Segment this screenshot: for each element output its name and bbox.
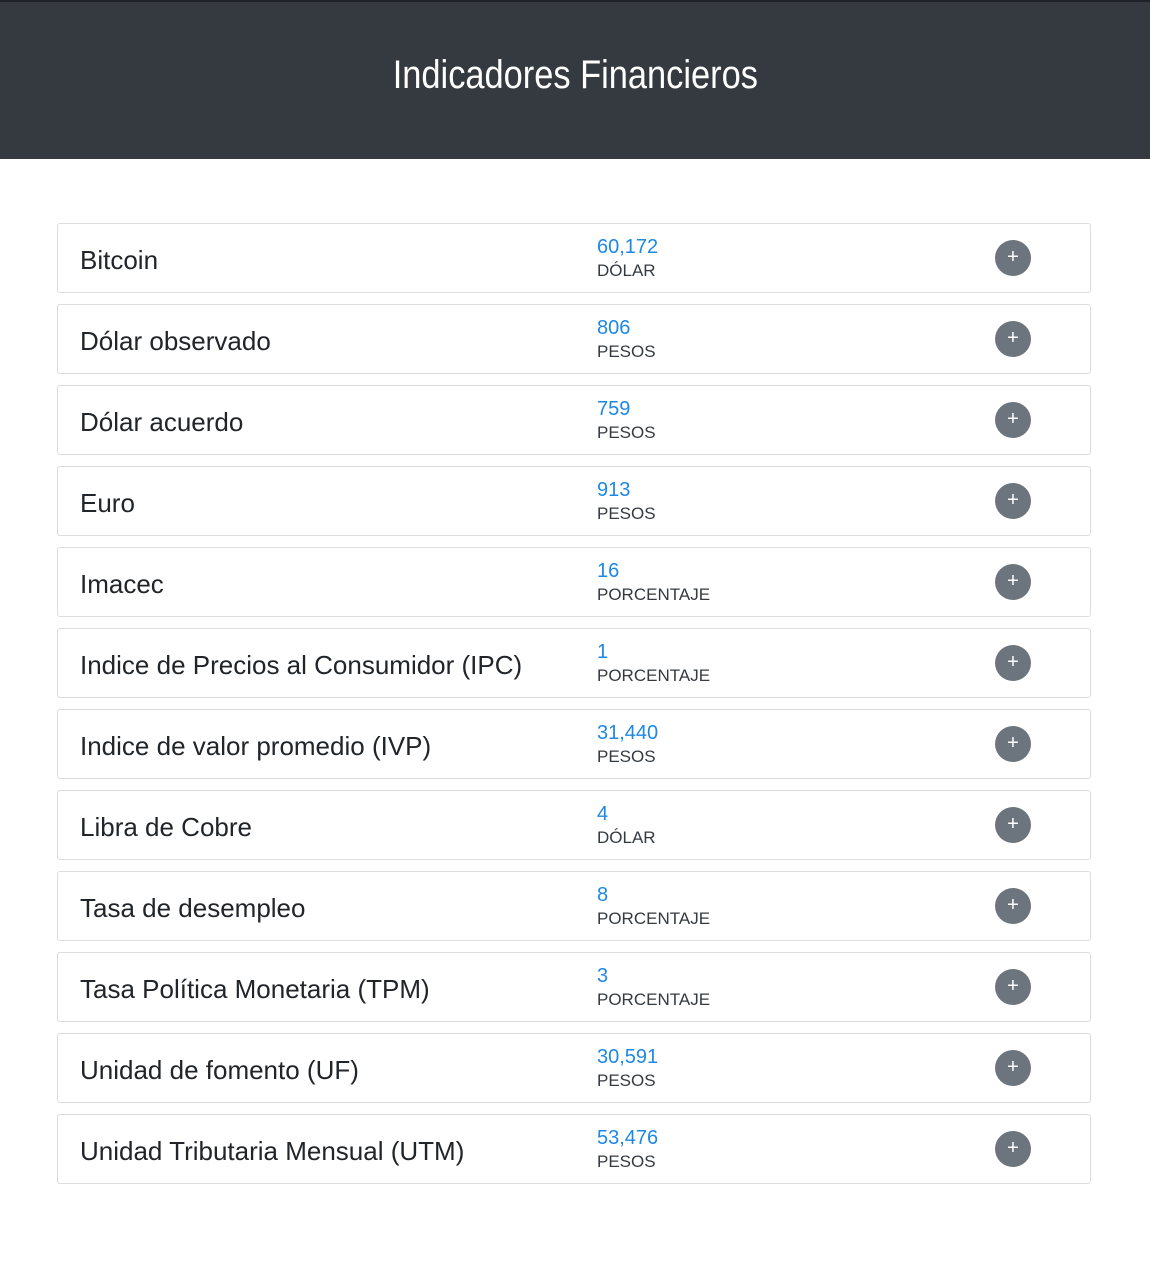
indicator-row: Unidad Tributaria Mensual (UTM) 53,476 P… (57, 1114, 1091, 1184)
indicator-unit: PESOS (597, 1071, 656, 1090)
expand-plus-icon[interactable]: + (995, 645, 1031, 681)
indicator-list: Bitcoin 60,172 DÓLAR + Dólar observado 8… (57, 223, 1091, 1195)
indicator-unit: PORCENTAJE (597, 909, 711, 928)
indicator-value: 806 (597, 317, 631, 339)
indicator-unit: DÓLAR (597, 261, 656, 280)
indicator-row: Imacec 16 PORCENTAJE + (57, 547, 1091, 617)
indicator-row: Indice de Precios al Consumidor (IPC) 1 … (57, 628, 1091, 698)
indicator-value: 16 (597, 560, 620, 582)
indicator-row: Euro 913 PESOS + (57, 466, 1091, 536)
indicator-name: Unidad Tributaria Mensual (UTM) (80, 1136, 465, 1166)
indicator-value-block: 3 PORCENTAJE (597, 964, 710, 1012)
indicator-value: 8 (597, 884, 609, 906)
indicator-value: 53,476 (597, 1127, 659, 1149)
indicator-unit: PORCENTAJE (597, 666, 711, 685)
indicator-unit: PORCENTAJE (597, 990, 711, 1009)
expand-plus-icon[interactable]: + (995, 240, 1031, 276)
indicator-unit: PESOS (597, 1152, 656, 1171)
indicator-value: 1 (597, 641, 609, 663)
indicator-row: Bitcoin 60,172 DÓLAR + (57, 223, 1091, 293)
indicator-value: 31,440 (597, 722, 659, 744)
expand-plus-icon[interactable]: + (995, 1131, 1031, 1167)
indicator-unit: DÓLAR (597, 828, 656, 847)
expand-plus-icon[interactable]: + (995, 321, 1031, 357)
indicator-value-block: 913 PESOS (597, 478, 656, 526)
indicator-value-block: 759 PESOS (597, 397, 656, 445)
indicator-value-block: 30,591 PESOS (597, 1045, 658, 1093)
indicator-row: Indice de valor promedio (IVP) 31,440 PE… (57, 709, 1091, 779)
indicator-unit: PESOS (597, 747, 656, 766)
expand-plus-icon[interactable]: + (995, 402, 1031, 438)
indicator-name: Unidad de fomento (UF) (80, 1055, 359, 1085)
indicator-unit: PESOS (597, 342, 656, 361)
indicator-value-block: 31,440 PESOS (597, 721, 658, 769)
indicator-row: Unidad de fomento (UF) 30,591 PESOS + (57, 1033, 1091, 1103)
indicator-row: Tasa Política Monetaria (TPM) 3 PORCENTA… (57, 952, 1091, 1022)
expand-plus-icon[interactable]: + (995, 807, 1031, 843)
indicator-value: 4 (597, 803, 609, 825)
indicator-name: Bitcoin (80, 245, 159, 275)
page-header: Indicadores Financieros (0, 0, 1150, 159)
indicator-value-block: 16 PORCENTAJE (597, 559, 710, 607)
indicator-row: Dólar acuerdo 759 PESOS + (57, 385, 1091, 455)
indicator-value-block: 60,172 DÓLAR (597, 235, 658, 283)
indicator-value: 3 (597, 965, 609, 987)
expand-plus-icon[interactable]: + (995, 1050, 1031, 1086)
expand-plus-icon[interactable]: + (995, 564, 1031, 600)
expand-plus-icon[interactable]: + (995, 483, 1031, 519)
indicator-value: 60,172 (597, 236, 659, 258)
indicator-row: Dólar observado 806 PESOS + (57, 304, 1091, 374)
indicator-value: 913 (597, 479, 631, 501)
expand-plus-icon[interactable]: + (995, 969, 1031, 1005)
indicator-name: Indice de valor promedio (IVP) (80, 731, 432, 761)
indicator-name: Libra de Cobre (80, 812, 252, 842)
indicator-value-block: 1 PORCENTAJE (597, 640, 710, 688)
indicator-value-block: 53,476 PESOS (597, 1126, 658, 1174)
indicator-name: Euro (80, 488, 135, 518)
page-title: Indicadores Financieros (392, 53, 758, 97)
indicator-value: 759 (597, 398, 631, 420)
indicator-name: Tasa Política Monetaria (TPM) (80, 974, 430, 1004)
indicator-name: Tasa de desempleo (80, 893, 306, 923)
indicator-value: 30,591 (597, 1046, 659, 1068)
indicator-name: Indice de Precios al Consumidor (IPC) (80, 650, 523, 680)
indicator-name: Imacec (80, 569, 164, 599)
indicator-name: Dólar acuerdo (80, 407, 244, 437)
expand-plus-icon[interactable]: + (995, 888, 1031, 924)
indicator-value-block: 4 DÓLAR (597, 802, 656, 850)
indicator-value-block: 8 PORCENTAJE (597, 883, 710, 931)
indicator-unit: PESOS (597, 504, 656, 523)
indicator-unit: PORCENTAJE (597, 585, 711, 604)
indicator-row: Libra de Cobre 4 DÓLAR + (57, 790, 1091, 860)
indicator-unit: PESOS (597, 423, 656, 442)
indicator-row: Tasa de desempleo 8 PORCENTAJE + (57, 871, 1091, 941)
expand-plus-icon[interactable]: + (995, 726, 1031, 762)
indicator-name: Dólar observado (80, 326, 271, 356)
indicator-value-block: 806 PESOS (597, 316, 656, 364)
